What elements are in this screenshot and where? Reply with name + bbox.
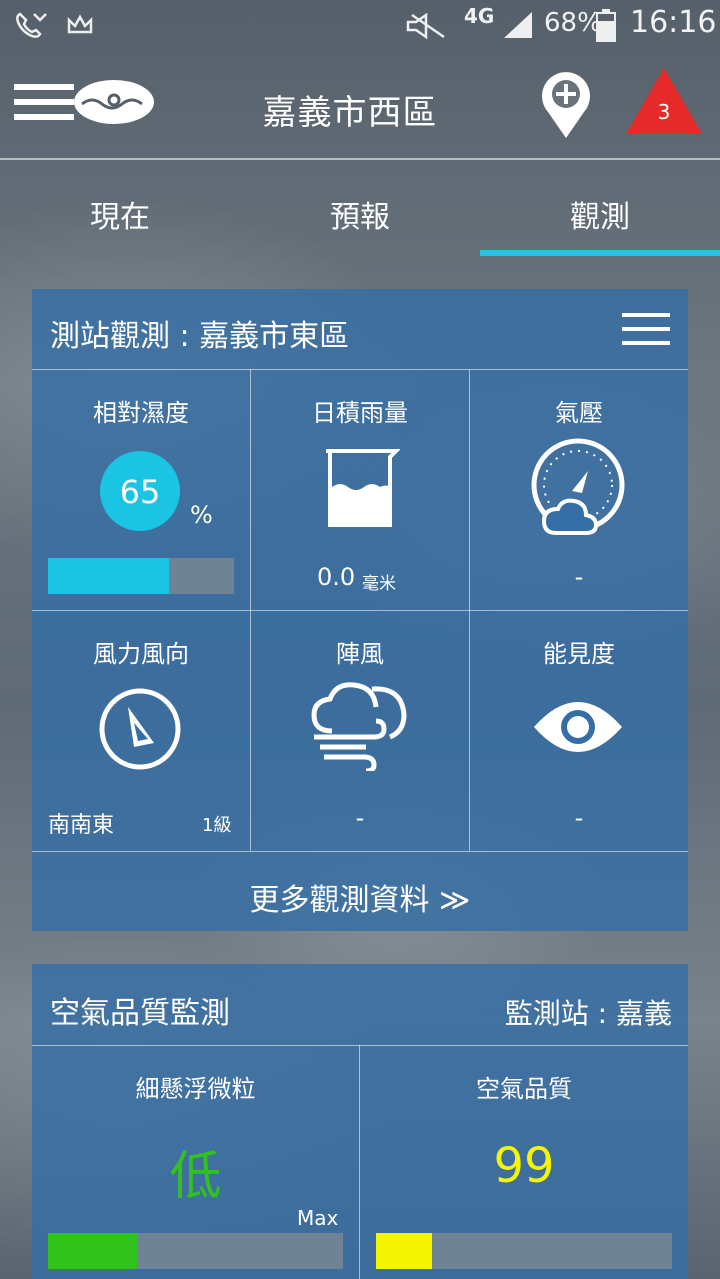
grid-divider: [250, 369, 251, 851]
aqi-label: 空氣品質: [476, 1075, 572, 1103]
rain-value: 0.0: [317, 563, 356, 591]
gauge-icon: [531, 438, 625, 535]
phone-missed-icon: [16, 12, 47, 38]
grid-divider: [32, 610, 688, 611]
pressure-value: -: [574, 563, 584, 591]
active-tab-indicator: [480, 250, 720, 256]
air-quality-title: 空氣品質監測: [50, 996, 230, 1031]
air-quality-card: 空氣品質監測 監測站 : 嘉義 細懸浮微粒 低 Max 空氣品質 99: [32, 964, 688, 1279]
alert-count: 3: [657, 100, 671, 124]
grid-divider: [32, 369, 688, 370]
visibility-value: -: [574, 804, 584, 832]
humidity-bar-fill: [48, 558, 169, 594]
aqi-value: 99: [493, 1138, 555, 1194]
rain-unit: 毫米: [362, 574, 396, 594]
pm-label: 細懸浮微粒: [135, 1075, 256, 1103]
tab-forecast[interactable]: 預報: [240, 192, 480, 236]
windy-cloud-icon: [311, 682, 407, 771]
menu-icon[interactable]: [14, 82, 74, 122]
gust-value: -: [355, 804, 365, 832]
pm-bar: [48, 1233, 343, 1269]
header-divider: [0, 158, 720, 160]
aqi-bar: [376, 1233, 672, 1269]
tab-now[interactable]: 現在: [0, 192, 240, 236]
clock: 16:16: [630, 5, 717, 40]
humidity-unit: %: [190, 501, 213, 529]
app-header: 嘉義市西區 3: [0, 52, 720, 158]
compass-icon: [99, 688, 181, 770]
pm-bar-fill: [48, 1233, 137, 1269]
grid-divider: [469, 369, 470, 851]
crown-icon: [67, 14, 93, 34]
tab-observation[interactable]: 觀測: [480, 192, 720, 236]
aqi-bar-fill: [376, 1233, 433, 1269]
signal-icon: [504, 12, 532, 38]
rain-label: 日積雨量: [312, 399, 408, 427]
eye-icon: [534, 702, 622, 752]
location-title[interactable]: 嘉義市西區: [200, 85, 500, 134]
observation-title: 測站觀測 : 嘉義市東區: [50, 319, 350, 354]
observation-card: 測站觀測 : 嘉義市東區 相對濕度 65 % 日積雨量 0.0 毫米 氣壓 - …: [32, 289, 688, 931]
grid-divider: [32, 1045, 688, 1046]
pressure-label: 氣壓: [555, 399, 603, 427]
status-bar: 4G 68% 16:16: [0, 0, 720, 52]
grid-divider: [32, 851, 688, 852]
wind-force: 1級: [202, 815, 232, 836]
humidity-bar: [48, 558, 234, 594]
battery-percent: 68%: [544, 8, 602, 38]
battery-icon: [596, 9, 616, 42]
wind-label: 風力風向: [93, 640, 189, 668]
logo-icon: [74, 80, 154, 124]
network-type: 4G: [464, 4, 495, 28]
gust-label: 陣風: [336, 640, 384, 668]
pm-value: 低: [169, 1147, 222, 1207]
pm-max-label: Max: [297, 1206, 339, 1230]
humidity-value: 65: [119, 473, 161, 511]
add-location-icon[interactable]: [540, 70, 592, 140]
list-menu-icon[interactable]: [622, 313, 670, 345]
wind-direction: 南南東: [48, 813, 115, 838]
monitor-station: 監測站 : 嘉義: [504, 997, 672, 1030]
beaker-icon: [326, 449, 400, 527]
visibility-label: 能見度: [543, 640, 615, 668]
humidity-label: 相對濕度: [93, 399, 189, 427]
more-observations-link[interactable]: 更多觀測資料 ≫: [32, 875, 688, 919]
mute-icon: [406, 12, 445, 40]
